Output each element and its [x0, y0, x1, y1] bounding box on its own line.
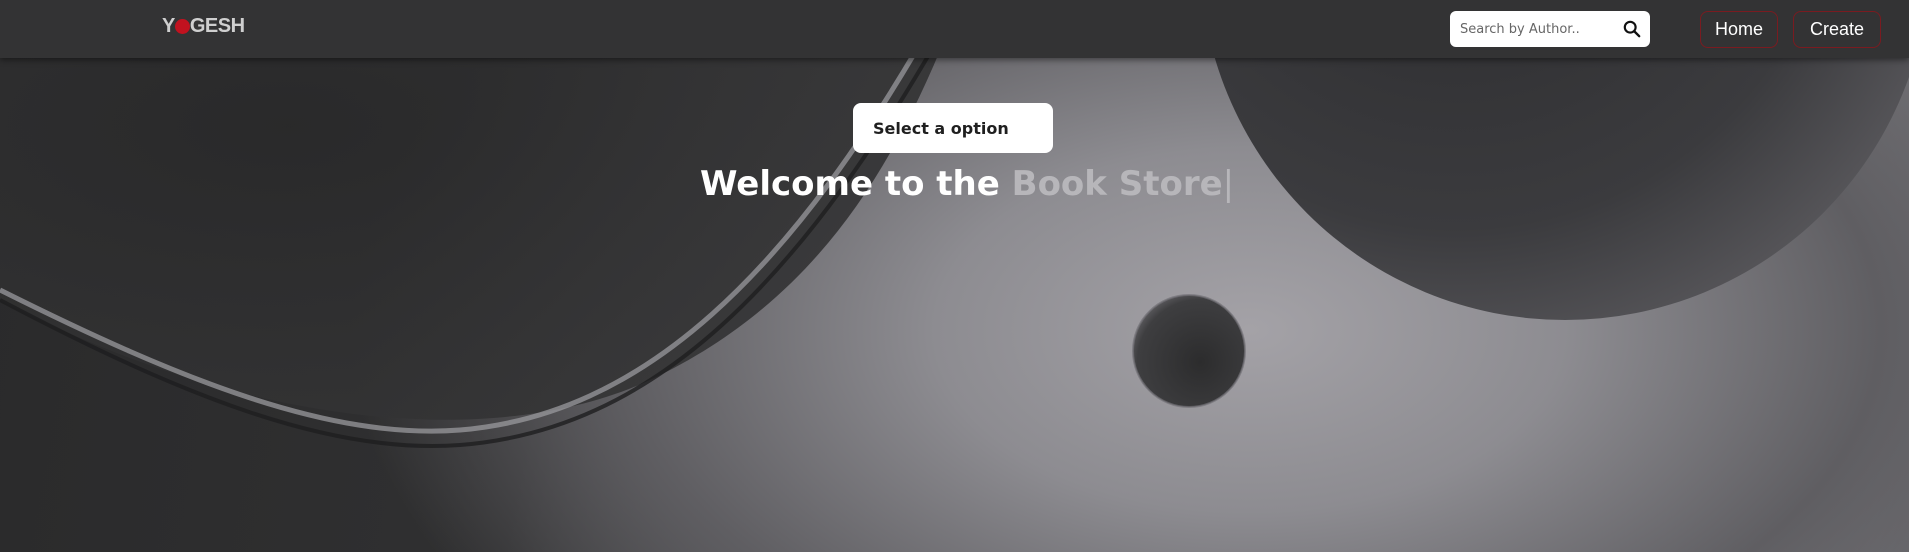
- home-button[interactable]: Home: [1700, 11, 1778, 48]
- search-input[interactable]: [1450, 14, 1610, 44]
- option-select-label: Select a option: [873, 118, 1009, 138]
- logo-accent-dot: [174, 19, 190, 34]
- hero-headline: Welcome to the Book Store|: [700, 164, 1234, 204]
- navbar: Y GESH Home Create: [0, 0, 1909, 58]
- brand-logo[interactable]: Y GESH: [162, 15, 245, 38]
- typing-cursor: |: [1222, 164, 1235, 204]
- hero-background: [0, 0, 1909, 552]
- option-select[interactable]: Select a option: [853, 103, 1053, 153]
- search-icon[interactable]: [1623, 20, 1641, 38]
- logo-text-left: Y: [162, 15, 175, 37]
- logo-text-right: GESH: [189, 15, 245, 37]
- create-button[interactable]: Create: [1793, 11, 1881, 48]
- hero-prefix: Welcome to the: [700, 164, 1012, 204]
- search-box: [1450, 11, 1650, 47]
- background-spheres: [0, 0, 1909, 449]
- hero-highlight: Book Store: [1011, 164, 1223, 204]
